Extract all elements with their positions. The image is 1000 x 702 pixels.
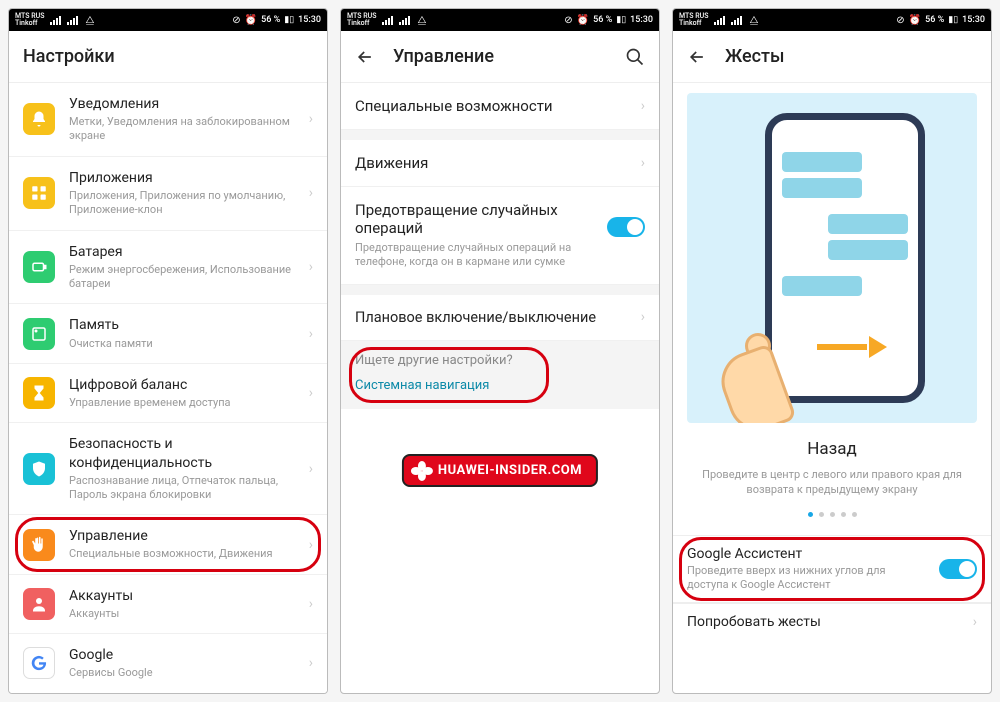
settings-item-hand[interactable]: УправлениеСпециальные возможности, Движе… — [9, 515, 327, 574]
hourglass-icon — [23, 377, 55, 409]
chevron-right-icon: › — [309, 185, 313, 201]
huawei-logo-icon — [412, 461, 432, 481]
dnd-icon: ⊘ — [232, 15, 240, 26]
settings-item-hourglass[interactable]: Цифровой балансУправление временем досту… — [9, 364, 327, 423]
chevron-right-icon: › — [309, 326, 313, 342]
chevron-right-icon: › — [641, 155, 645, 171]
row-accidental-touch[interactable]: Предотвращение случайных операций Предот… — [341, 187, 659, 285]
settings-item-bell[interactable]: УведомленияМетки, Уведомления на заблоки… — [9, 83, 327, 157]
header: Настройки — [9, 31, 327, 83]
battery-icon — [23, 251, 55, 283]
battery-percent: 56 % — [261, 15, 280, 25]
chevron-right-icon: › — [973, 614, 977, 630]
settings-item-storage[interactable]: ПамятьОчистка памяти› — [9, 304, 327, 363]
page-title: Управление — [393, 46, 494, 67]
chevron-right-icon: › — [309, 461, 313, 477]
page-title: Настройки — [23, 46, 115, 67]
toggle-google-assistant[interactable] — [939, 559, 977, 579]
storage-icon — [23, 318, 55, 350]
alarm-icon: ⏰ — [245, 15, 257, 26]
swipe-arrow-icon — [817, 339, 887, 355]
control-list: Специальные возможности › Движения › Пре… — [341, 83, 659, 693]
settings-item-shield[interactable]: Безопасность и конфиденциальностьРаспозн… — [9, 423, 327, 515]
gesture-subtitle: Проведите в центр с левого или правого к… — [687, 467, 977, 498]
bell-icon — [23, 103, 55, 135]
chevron-right-icon: › — [309, 596, 313, 612]
screen-gestures: MTS RUSTinkoff ⧋ ⊘⏰ 56 %▮▯ 15:30 Жесты — [672, 8, 992, 694]
row-accessibility[interactable]: Специальные возможности › — [341, 83, 659, 130]
battery-icon: ▮▯ — [284, 15, 294, 25]
signal-icon — [67, 16, 78, 25]
screen-control: MTS RUSTinkoff ⧋ ⊘⏰ 56 %▮▯ 15:30 Управле… — [340, 8, 660, 694]
back-button[interactable] — [687, 47, 711, 67]
signal-icon — [50, 16, 61, 25]
status-bar: MTS RUSTinkoff ⧋ ⊘ ⏰ 56 % ▮▯ 15:30 — [9, 9, 327, 31]
apps-icon — [23, 177, 55, 209]
header: Жесты — [673, 31, 991, 83]
back-button[interactable] — [355, 47, 379, 67]
other-settings-hint: Ищете другие настройки? Системная навига… — [341, 341, 659, 409]
gesture-illustration — [687, 93, 977, 423]
page-title: Жесты — [725, 46, 784, 67]
search-button[interactable] — [625, 47, 645, 67]
status-bar: MTS RUSTinkoff ⧋ ⊘⏰ 56 %▮▯ 15:30 — [673, 9, 991, 31]
clock: 15:30 — [298, 15, 321, 25]
hand-icon — [715, 303, 805, 423]
row-try-gestures[interactable]: Попробовать жесты › — [673, 603, 991, 640]
header: Управление — [341, 31, 659, 83]
gesture-title: Назад — [687, 439, 977, 459]
chevron-right-icon: › — [309, 259, 313, 275]
row-google-assistant[interactable]: Google Ассистент Проведите вверх из нижн… — [673, 535, 991, 604]
settings-item-apps[interactable]: ПриложенияПриложения, Приложения по умол… — [9, 157, 327, 231]
wifi-icon: ⧋ — [85, 15, 94, 26]
screen-settings: MTS RUSTinkoff ⧋ ⊘ ⏰ 56 % ▮▯ 15:30 Настр… — [8, 8, 328, 694]
google-icon — [23, 647, 55, 679]
shield-icon — [23, 453, 55, 485]
row-scheduled-power[interactable]: Плановое включение/выключение › — [341, 295, 659, 341]
chevron-right-icon: › — [309, 655, 313, 671]
page-indicator — [687, 512, 977, 517]
chevron-right-icon: › — [641, 98, 645, 114]
gesture-illustration-card[interactable]: Назад Проведите в центр с левого или пра… — [673, 83, 991, 523]
settings-item-google[interactable]: GoogleСервисы Google› — [9, 634, 327, 693]
settings-item-battery[interactable]: БатареяРежим энергосбережения, Использов… — [9, 231, 327, 305]
user-icon — [23, 588, 55, 620]
settings-list[interactable]: УведомленияМетки, Уведомления на заблоки… — [9, 83, 327, 693]
settings-item-user[interactable]: АккаунтыАккаунты› — [9, 575, 327, 634]
hand-icon — [23, 529, 55, 561]
row-motions[interactable]: Движения › — [341, 140, 659, 187]
chevron-right-icon: › — [309, 385, 313, 401]
chevron-right-icon: › — [641, 309, 645, 325]
chevron-right-icon: › — [309, 111, 313, 127]
toggle-accidental[interactable] — [607, 217, 645, 237]
chevron-right-icon: › — [309, 537, 313, 553]
watermark-badge: HUAWEI-INSIDER.COM — [402, 454, 598, 487]
status-bar: MTS RUSTinkoff ⧋ ⊘⏰ 56 %▮▯ 15:30 — [341, 9, 659, 31]
link-system-navigation[interactable]: Системная навигация — [355, 378, 489, 393]
